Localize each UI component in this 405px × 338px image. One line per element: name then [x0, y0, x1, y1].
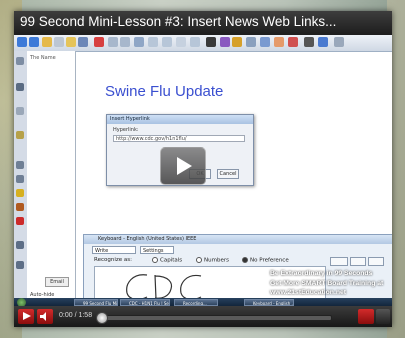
marker-icon[interactable] [16, 189, 24, 197]
overlay-line-2: Get More SMART Board Training at [270, 279, 384, 287]
attachments-icon[interactable] [16, 107, 24, 115]
highlighter-icon [232, 37, 242, 47]
page-name-label: The Name [30, 55, 56, 61]
hyperlink-label: Hyperlink: [113, 127, 139, 133]
overlay-line-1: Be Extraordinary in 99 Seconds [270, 270, 373, 277]
space-button[interactable] [330, 257, 348, 266]
option-numbers[interactable]: Numbers [196, 257, 229, 264]
fill-icon [288, 37, 298, 47]
tool-icon[interactable] [16, 241, 24, 249]
mode-select[interactable]: Write [92, 246, 136, 254]
properties-tab-icon[interactable] [16, 131, 24, 139]
email-button[interactable]: Email [45, 277, 69, 287]
open-icon [66, 37, 76, 47]
progress-knob[interactable] [96, 312, 108, 324]
start-icon[interactable] [17, 298, 26, 306]
gallery-icon[interactable] [16, 83, 24, 91]
play-overlay-icon[interactable] [160, 147, 206, 185]
shape-icon [260, 37, 270, 47]
line-icon [246, 37, 256, 47]
screen-shade-icon [134, 37, 144, 47]
redo-icon [120, 37, 130, 47]
slide-heading: Swine Flu Update [105, 83, 224, 100]
properties-icon [318, 37, 328, 47]
undo-icon [108, 37, 118, 47]
option-capitals[interactable]: Capitals [152, 257, 182, 264]
fullscreen-button[interactable] [358, 309, 374, 324]
volume-button[interactable] [37, 309, 53, 324]
pen-icon [220, 37, 230, 47]
taskbar-item[interactable]: Recording... [174, 299, 218, 306]
branding-overlay: Be Extraordinary in 99 Seconds Get More … [270, 269, 391, 299]
taskbar: 99 Second Flu Mini... CDC - H1N1 Flu | S… [14, 298, 392, 306]
keyboard-title: Keyboard - English (United States) IEEE [84, 235, 392, 244]
video-title-bar: 99 Second Mini-Lesson #3: Insert News We… [14, 11, 392, 35]
enter-button[interactable] [368, 257, 384, 266]
taskbar-item[interactable]: CDC - H1N1 Flu | Se... [120, 299, 170, 306]
save-icon [78, 37, 88, 47]
overlay-line-3: www.21stEducation.net [270, 289, 347, 296]
hyperlink-input[interactable]: http://www.cdc.gov/h1n1flu/ [113, 135, 245, 142]
pen-tool-icon[interactable] [16, 161, 24, 169]
video-screen[interactable]: The Name Email Auto-hide Swine Flu Updat… [14, 35, 392, 306]
taskbar-item[interactable]: Keyboard - English ... [244, 299, 294, 306]
back-icon [17, 37, 27, 47]
camera-icon [190, 37, 200, 47]
select-icon [206, 37, 216, 47]
radio-icon[interactable] [152, 257, 158, 263]
radio-icon[interactable] [196, 257, 202, 263]
option-no-preference[interactable]: No Preference [242, 257, 289, 264]
backspace-button[interactable] [350, 257, 366, 266]
time-display: 0:00 / 1:58 [59, 312, 93, 319]
capture-icon [162, 37, 172, 47]
brush-icon[interactable] [16, 203, 24, 211]
popout-button[interactable] [376, 309, 390, 324]
dialog-title: Insert Hyperlink [107, 115, 253, 124]
delete-icon [54, 37, 64, 47]
cancel-button[interactable]: Cancel [217, 169, 239, 179]
more-icon [334, 37, 344, 47]
document-icon [176, 37, 186, 47]
side-tab-bar [14, 51, 28, 301]
red-pen-icon[interactable] [16, 217, 24, 225]
taskbar-item[interactable]: 99 Second Flu Mini... [74, 299, 118, 306]
table-icon [148, 37, 158, 47]
video-player[interactable]: 99 Second Mini-Lesson #3: Insert News We… [14, 11, 392, 327]
tool-icon-2[interactable] [16, 261, 24, 269]
page-sorter-icon[interactable] [16, 57, 24, 65]
radio-selected-icon[interactable] [242, 257, 248, 263]
recognize-label: Recognize as: [94, 257, 132, 263]
close-icon [94, 37, 104, 47]
text-icon [304, 37, 314, 47]
pen-tool-icon-2[interactable] [16, 175, 24, 183]
speaker-icon [40, 312, 46, 321]
player-controls: 0:00 / 1:58 [14, 306, 392, 327]
page-sorter-panel: The Name Email Auto-hide [27, 51, 76, 301]
eraser-icon [274, 37, 284, 47]
progress-bar[interactable] [96, 312, 332, 324]
notebook-toolbar [14, 35, 392, 52]
video-title: 99 Second Mini-Lesson #3: Insert News We… [20, 14, 337, 29]
settings-button[interactable]: Settings [140, 246, 174, 254]
add-page-icon [42, 37, 52, 47]
play-button[interactable] [18, 309, 34, 324]
forward-icon [29, 37, 39, 47]
